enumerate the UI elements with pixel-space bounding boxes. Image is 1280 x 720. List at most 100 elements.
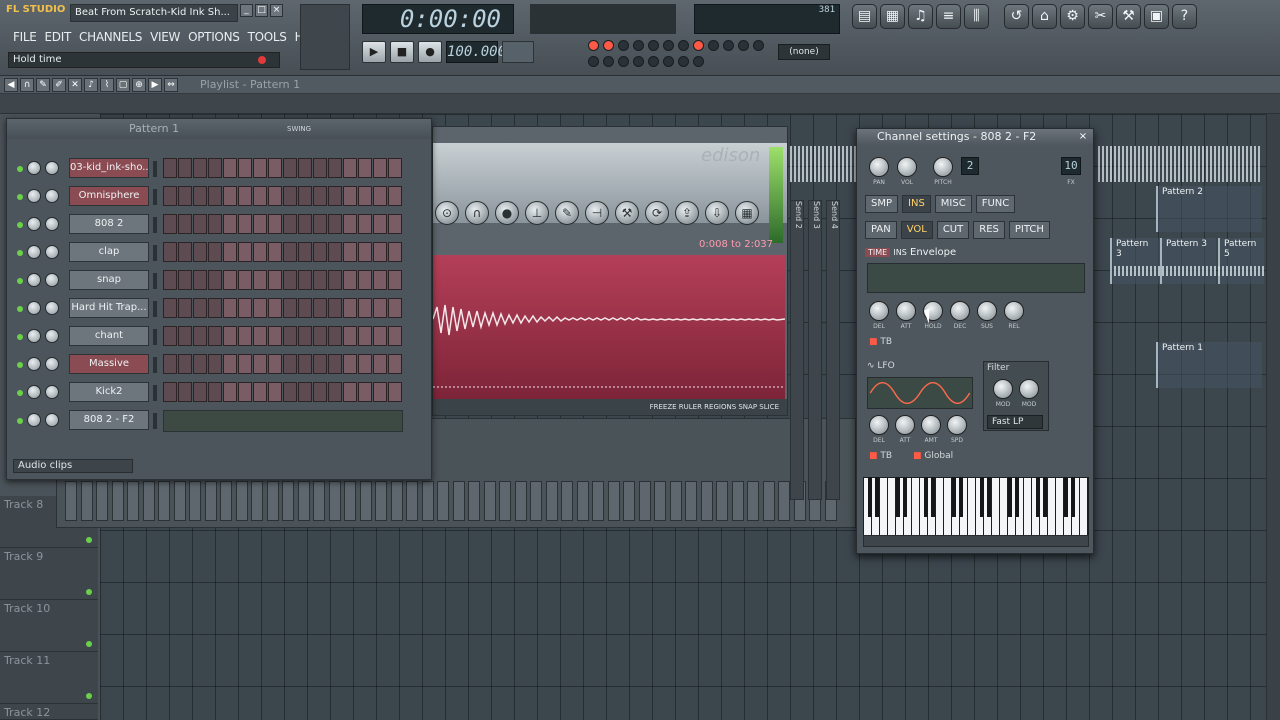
- channel-name-button[interactable]: Hard Hit Trap...: [69, 298, 149, 318]
- channel-pan-knob[interactable]: [27, 329, 41, 343]
- env-decay-knob[interactable]: [950, 301, 970, 321]
- channel-name-button[interactable]: chant: [69, 326, 149, 346]
- step-button[interactable]: [328, 242, 342, 262]
- step-button[interactable]: [178, 298, 192, 318]
- step-button[interactable]: [223, 242, 237, 262]
- led[interactable]: [738, 40, 749, 51]
- lfo-graph[interactable]: [867, 377, 973, 409]
- draw-icon[interactable]: ✎: [36, 78, 50, 92]
- step-button[interactable]: [328, 270, 342, 290]
- wrench-icon[interactable]: ⚒: [1116, 4, 1141, 29]
- step-button[interactable]: [358, 382, 372, 402]
- step-button[interactable]: [163, 298, 177, 318]
- step-button[interactable]: [253, 382, 267, 402]
- step-button[interactable]: [358, 186, 372, 206]
- record-icon[interactable]: ⊙: [435, 201, 459, 225]
- pattern-number[interactable]: [502, 41, 534, 63]
- step-button[interactable]: [163, 214, 177, 234]
- step-button[interactable]: [298, 354, 312, 374]
- track-header[interactable]: Track 9: [0, 548, 98, 600]
- step-button[interactable]: [223, 186, 237, 206]
- mixer-insert-slot[interactable]: [375, 481, 387, 521]
- step-button[interactable]: [373, 354, 387, 374]
- led[interactable]: [588, 40, 599, 51]
- led[interactable]: [618, 55, 629, 67]
- step-button[interactable]: [373, 242, 387, 262]
- step-button[interactable]: [193, 326, 207, 346]
- step-button[interactable]: [253, 214, 267, 234]
- mixer-insert-slot[interactable]: [623, 481, 635, 521]
- channel-pan-knob[interactable]: [27, 273, 41, 287]
- step-button[interactable]: [208, 270, 222, 290]
- channel-mute-led[interactable]: [17, 390, 23, 396]
- mixer-insert-slot[interactable]: [499, 481, 511, 521]
- step-button[interactable]: [298, 270, 312, 290]
- step-button[interactable]: [298, 214, 312, 234]
- step-button[interactable]: [238, 214, 252, 234]
- mixer-insert-slot[interactable]: [96, 481, 108, 521]
- minimize-icon[interactable]: _: [240, 4, 253, 17]
- step-button[interactable]: [163, 186, 177, 206]
- step-button[interactable]: [343, 382, 357, 402]
- mixer-insert-slot[interactable]: [607, 481, 620, 521]
- step-button[interactable]: [223, 270, 237, 290]
- step-button[interactable]: [313, 214, 327, 234]
- mixer-insert-slot[interactable]: [530, 481, 542, 521]
- tab-pan[interactable]: PAN: [865, 221, 897, 239]
- mixer-insert-slot[interactable]: [344, 481, 356, 521]
- tab-cut[interactable]: CUT: [936, 221, 970, 239]
- channel-mute-led[interactable]: [17, 362, 23, 368]
- step-button[interactable]: [298, 242, 312, 262]
- step-button[interactable]: [283, 242, 297, 262]
- channel-volume-knob[interactable]: [45, 413, 59, 427]
- mixer-insert-slot[interactable]: [592, 481, 604, 521]
- step-button[interactable]: [328, 158, 342, 178]
- mixer-insert-slot[interactable]: [127, 481, 139, 521]
- tools-icon[interactable]: ⚒: [615, 201, 639, 225]
- step-button[interactable]: [313, 326, 327, 346]
- pitch-range-display[interactable]: 2: [961, 157, 979, 175]
- channel-pan-knob[interactable]: [27, 385, 41, 399]
- mixer-insert-slot[interactable]: [251, 481, 263, 521]
- step-button[interactable]: [163, 382, 177, 402]
- select-icon[interactable]: ▢: [116, 78, 130, 92]
- step-button[interactable]: [178, 354, 192, 374]
- close-icon[interactable]: ×: [270, 4, 283, 17]
- channel-pan-knob[interactable]: [27, 189, 41, 203]
- step-button[interactable]: [313, 242, 327, 262]
- step-button[interactable]: [328, 382, 342, 402]
- send-track[interactable]: Send 2: [790, 200, 804, 500]
- env-attack-knob[interactable]: [896, 301, 916, 321]
- channel-volume-knob[interactable]: [45, 357, 59, 371]
- step-button[interactable]: [268, 326, 282, 346]
- stop-button[interactable]: ■: [390, 41, 414, 63]
- channel-volume-knob[interactable]: [45, 329, 59, 343]
- playlist-clip[interactable]: Pattern 5: [1218, 238, 1264, 284]
- step-button[interactable]: [328, 298, 342, 318]
- step-button[interactable]: [163, 158, 177, 178]
- channel-pan-knob[interactable]: [27, 245, 41, 259]
- channel-name-button[interactable]: Massive: [69, 354, 149, 374]
- channel-name-button[interactable]: Omnisphere: [69, 186, 149, 206]
- led[interactable]: [633, 55, 644, 67]
- mixer-insert-slot[interactable]: [65, 481, 77, 521]
- plugin-icon[interactable]: ⚙: [1060, 4, 1085, 29]
- step-button[interactable]: [388, 186, 402, 206]
- step-button[interactable]: [253, 298, 267, 318]
- arrow-icon[interactable]: ◀: [4, 78, 18, 92]
- channel-name-button[interactable]: 808 2 - F2: [69, 410, 149, 430]
- song-time-display[interactable]: 0:00:00: [362, 4, 514, 34]
- envelope-graph[interactable]: [867, 263, 1085, 293]
- refresh-icon[interactable]: ⟳: [645, 201, 669, 225]
- close-icon[interactable]: ×: [1077, 131, 1089, 143]
- step-button[interactable]: [193, 270, 207, 290]
- channel-row[interactable]: 808 2 - F2: [13, 409, 425, 433]
- step-button[interactable]: [268, 298, 282, 318]
- step-button[interactable]: [373, 326, 387, 346]
- mixer-insert-slot[interactable]: [390, 481, 403, 521]
- playlist-clip[interactable]: Pattern 3: [1160, 238, 1216, 284]
- step-button[interactable]: [193, 186, 207, 206]
- filter-resonance-knob[interactable]: [1019, 379, 1039, 399]
- step-button[interactable]: [313, 158, 327, 178]
- step-button[interactable]: [358, 158, 372, 178]
